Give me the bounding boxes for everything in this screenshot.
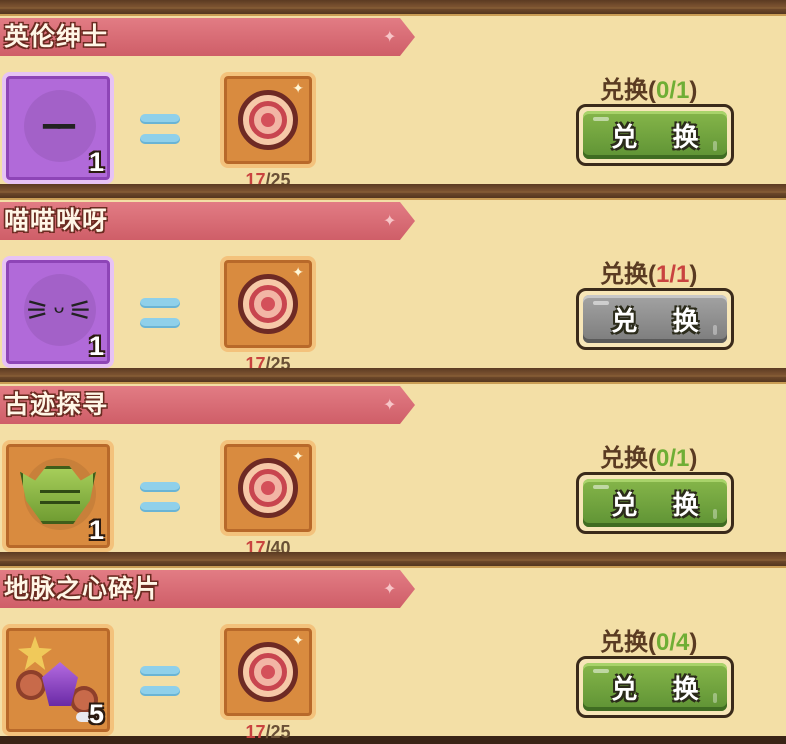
target-coin-icon	[238, 642, 298, 702]
exchange-row: 地脉之心碎片 ✦ 5 ✦ 17/25 兑换(0/4) 兑 换	[0, 552, 786, 742]
title-ribbon: 喵喵咪呀 ✦	[0, 202, 415, 240]
mustache-face-icon: ━━	[43, 111, 75, 142]
item-title: 古迹探寻	[4, 391, 109, 419]
cost-progress: 17/25	[245, 722, 291, 742]
cost-item-slot[interactable]: ✦	[220, 440, 316, 536]
item-quantity: 1	[88, 147, 104, 177]
title-ribbon: 古迹探寻 ✦	[0, 386, 415, 424]
title-ribbon: 地脉之心碎片 ✦	[0, 570, 415, 608]
exchange-panel: 英伦绅士 ✦ ━━ 1 ✦ 17/25 兑换(0/1) 兑 换	[0, 14, 786, 190]
item-title: 地脉之心碎片	[4, 575, 161, 603]
exchange-count-label: 兑换(0/1)	[600, 77, 698, 104]
exchange-button[interactable]: 兑 换	[576, 472, 734, 534]
target-coin-icon	[238, 90, 298, 150]
equals-icon	[140, 482, 180, 522]
sparkle-icon: ✦	[383, 213, 397, 230]
equals-icon	[140, 114, 180, 154]
exchange-count-label: 兑换(0/4)	[600, 629, 698, 656]
exchange-panel: 地脉之心碎片 ✦ 5 ✦ 17/25 兑换(0/4) 兑 换	[0, 566, 786, 742]
cat-whiskers-face-icon: ⚞ ᵕ ⚟	[24, 295, 93, 326]
item-quantity: 5	[88, 699, 104, 729]
exchange-count-label: 兑换(0/1)	[600, 445, 698, 472]
reward-item-slot[interactable]: 1	[2, 440, 114, 552]
exchange-button-label: 兑 换	[611, 673, 713, 704]
target-coin-icon	[238, 274, 298, 334]
sparkle-icon: ✦	[292, 264, 304, 280]
earth-heart-shard-icon	[14, 636, 98, 722]
exchange-row: 喵喵咪呀 ✦ ⚞ ᵕ ⚟ 1 ✦ 17/25 兑换(1/1) 兑 换	[0, 184, 786, 374]
exchange-button-label: 兑 换	[611, 489, 713, 520]
cost-item-slot[interactable]: ✦	[220, 624, 316, 720]
sparkle-icon: ✦	[292, 448, 304, 464]
cost-item-slot[interactable]: ✦	[220, 72, 316, 168]
exchange-button-disabled[interactable]: 兑 换	[576, 288, 734, 350]
exchange-panel: 古迹探寻 ✦ 1 ✦ 17/40 兑换(0/1) 兑 换	[0, 382, 786, 558]
exchange-list: 英伦绅士 ✦ ━━ 1 ✦ 17/25 兑换(0/1) 兑 换 喵喵咪呀 ✦ ⚞…	[0, 0, 786, 744]
exchange-button-label: 兑 换	[611, 121, 713, 152]
exchange-button-label: 兑 换	[611, 305, 713, 336]
exchange-button[interactable]: 兑 换	[576, 656, 734, 718]
exchange-button[interactable]: 兑 换	[576, 104, 734, 166]
sparkle-icon: ✦	[383, 581, 397, 598]
exchange-count-label: 兑换(1/1)	[600, 261, 698, 288]
cost-item-slot[interactable]: ✦	[220, 256, 316, 352]
title-ribbon: 英伦绅士 ✦	[0, 18, 415, 56]
exchange-panel: 喵喵咪呀 ✦ ⚞ ᵕ ⚟ 1 ✦ 17/25 兑换(1/1) 兑 换	[0, 198, 786, 374]
sparkle-icon: ✦	[383, 29, 397, 46]
item-title: 英伦绅士	[4, 23, 109, 51]
item-quantity: 1	[88, 515, 104, 545]
item-title: 喵喵咪呀	[4, 207, 109, 235]
reward-item-slot[interactable]: ━━ 1	[2, 72, 114, 184]
sparkle-icon: ✦	[292, 80, 304, 96]
reward-item-slot[interactable]: 5	[2, 624, 114, 736]
reward-item-slot[interactable]: ⚞ ᵕ ⚟ 1	[2, 256, 114, 368]
exchange-row: 古迹探寻 ✦ 1 ✦ 17/40 兑换(0/1) 兑 换	[0, 368, 786, 558]
exchange-row: 英伦绅士 ✦ ━━ 1 ✦ 17/25 兑换(0/1) 兑 换	[0, 0, 786, 190]
equals-icon	[140, 666, 180, 706]
target-coin-icon	[238, 458, 298, 518]
sparkle-icon: ✦	[292, 632, 304, 648]
item-quantity: 1	[88, 331, 104, 361]
sparkle-icon: ✦	[383, 397, 397, 414]
equals-icon	[140, 298, 180, 338]
